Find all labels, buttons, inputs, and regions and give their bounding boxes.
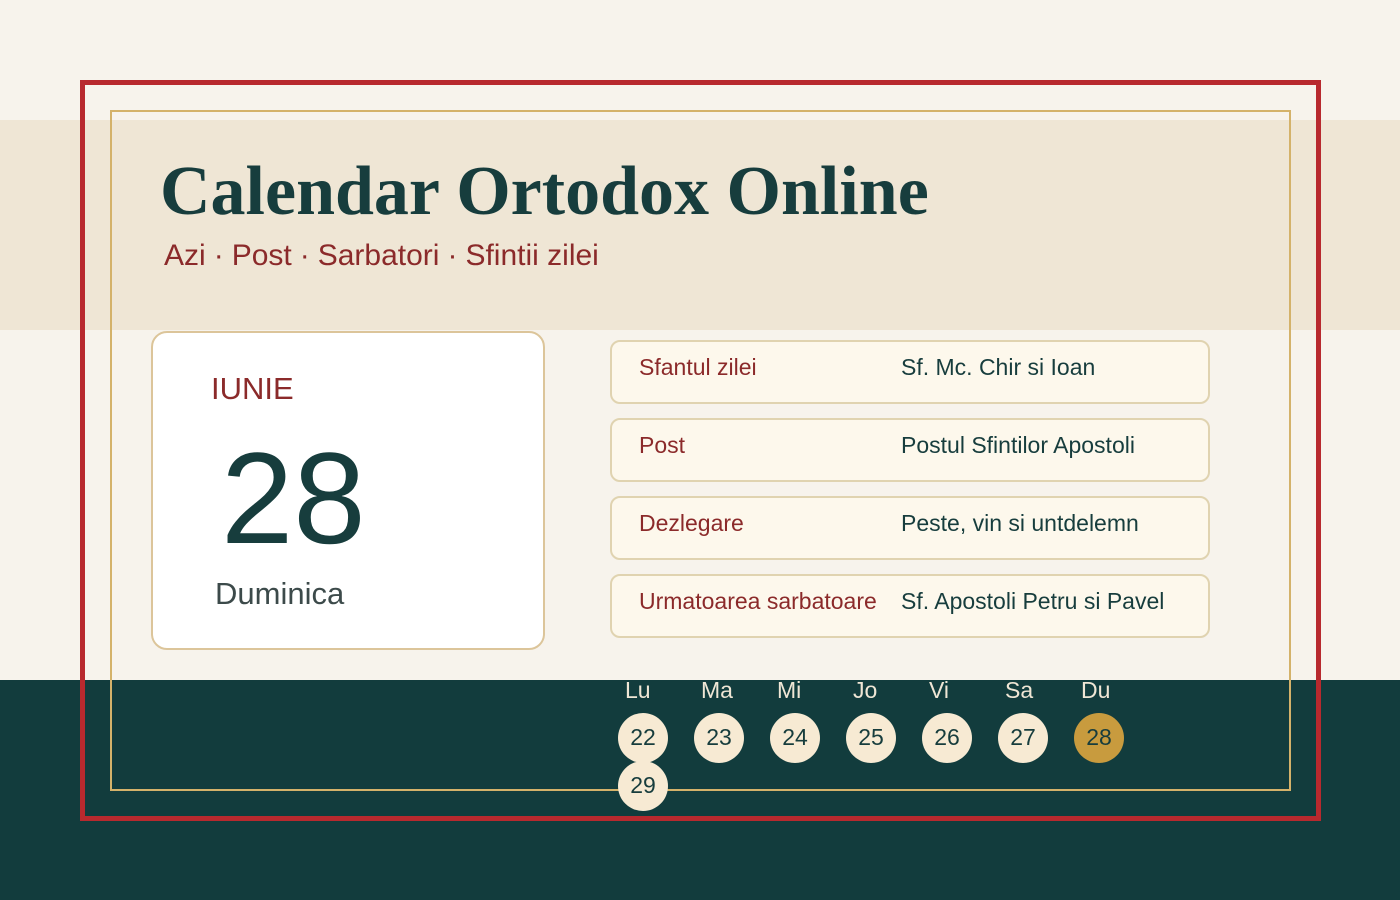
weekday-header: Sa xyxy=(1005,677,1034,703)
info-row-dispensation: Dezlegare Peste, vin si untdelemn xyxy=(610,496,1210,560)
calendar-day[interactable]: 25 xyxy=(846,713,896,763)
info-label: Urmatoarea sarbatoare xyxy=(639,588,877,614)
weekday-header: Ma xyxy=(701,677,733,703)
info-label: Dezlegare xyxy=(639,510,744,536)
info-value: Sf. Apostoli Petru si Pavel xyxy=(901,588,1165,614)
nav-link-post[interactable]: Post xyxy=(232,239,292,272)
calendar-day[interactable]: 26 xyxy=(922,713,972,763)
nav-link-sfintii-zilei[interactable]: Sfintii zilei xyxy=(465,239,598,272)
nav-separator: · xyxy=(447,239,458,272)
nav-link-azi[interactable]: Azi xyxy=(164,239,206,272)
site-title: Calendar Ortodox Online xyxy=(160,153,929,230)
info-label: Sfantul zilei xyxy=(639,354,757,380)
info-value: Peste, vin si untdelemn xyxy=(901,510,1139,536)
weekday-header: Vi xyxy=(929,677,950,703)
calendar-day[interactable]: 23 xyxy=(694,713,744,763)
nav-separator: · xyxy=(299,239,310,272)
main-nav: Azi · Post · Sarbatori · Sfintii zilei xyxy=(164,238,599,274)
calendar-day[interactable]: 24 xyxy=(770,713,820,763)
info-row-fast: Post Postul Sfintilor Apostoli xyxy=(610,418,1210,482)
date-month: IUNIE xyxy=(211,371,294,406)
weekday-header: Lu xyxy=(625,677,651,703)
calendar-day[interactable]: 27 xyxy=(998,713,1048,763)
info-label: Post xyxy=(639,432,686,458)
calendar-day[interactable]: 29 xyxy=(618,761,668,811)
nav-link-sarbatori[interactable]: Sarbatori xyxy=(318,239,440,272)
nav-separator: · xyxy=(213,239,224,272)
weekday-header: Mi xyxy=(777,677,802,703)
info-value: Sf. Mc. Chir si Ioan xyxy=(901,354,1096,380)
info-value: Postul Sfintilor Apostoli xyxy=(901,432,1135,458)
weekday-header: Jo xyxy=(853,677,878,703)
calendar-day[interactable]: 22 xyxy=(618,713,668,763)
info-row-saint: Sfantul zilei Sf. Mc. Chir si Ioan xyxy=(610,340,1210,404)
date-weekday: Duminica xyxy=(215,576,345,611)
weekday-header: Du xyxy=(1081,677,1111,703)
today-date-card: IUNIE 28 Duminica xyxy=(151,331,545,650)
info-row-next-feast: Urmatoarea sarbatoare Sf. Apostoli Petru… xyxy=(610,574,1210,638)
date-day-number: 28 xyxy=(221,425,366,571)
calendar-day-today[interactable]: 28 xyxy=(1074,713,1124,763)
